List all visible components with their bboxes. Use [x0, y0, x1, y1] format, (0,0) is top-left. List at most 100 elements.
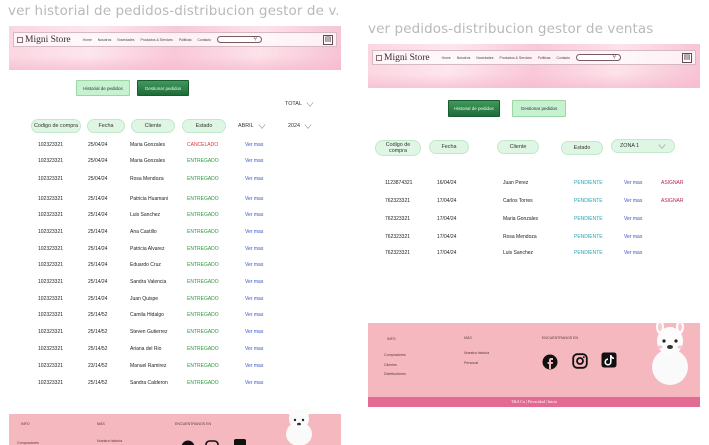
- order-code: 102323321: [38, 380, 64, 386]
- nav-home[interactable]: Home: [83, 38, 92, 42]
- order-date: 25/14/24: [88, 246, 108, 252]
- footer-link-historia[interactable]: Nuestra historia: [464, 351, 489, 355]
- order-code: 762323321: [385, 216, 411, 222]
- chevron-down-icon[interactable]: [258, 122, 266, 130]
- order-client: Juan Quispe: [130, 296, 159, 302]
- footer-link-personal[interactable]: Personal: [464, 361, 478, 365]
- ver-mas-link[interactable]: Ver mas: [245, 329, 263, 335]
- nav-novedades[interactable]: Novedades: [117, 38, 134, 42]
- nav-nosotros[interactable]: Nosotros: [457, 56, 471, 60]
- ver-mas-link[interactable]: Ver mas: [245, 296, 263, 302]
- nav-politicas[interactable]: Politicas: [538, 56, 551, 60]
- ver-mas-link[interactable]: Ver mas: [624, 198, 642, 204]
- logo[interactable]: Migni Store: [384, 53, 430, 63]
- footer-bottom-bar: T&A Co | Privacidad | Inicio: [368, 397, 700, 407]
- nav-productos[interactable]: Productos & Services: [499, 56, 531, 60]
- nav-novedades[interactable]: Novedades: [476, 56, 493, 60]
- cart-icon[interactable]: ▤: [682, 52, 692, 63]
- gestionar-pedidos-button[interactable]: Gestionar pedidos: [512, 100, 566, 117]
- footer-link-historia[interactable]: Nuestra historia: [97, 439, 122, 443]
- year-filter[interactable]: 2024: [288, 122, 312, 130]
- table-row: 102323321 25/14/24 Luis Sanchez ENTREGADO Ve…: [9, 212, 341, 222]
- nav-contacto[interactable]: Contacto: [557, 56, 571, 60]
- footer-link-compradores[interactable]: Compradores: [17, 441, 39, 445]
- footer-mas-heading: MÁS: [97, 422, 105, 426]
- facebook-icon[interactable]: [181, 440, 195, 445]
- order-date: 25/14/24: [88, 262, 108, 268]
- footer-link-compradores[interactable]: Compradores: [384, 353, 406, 357]
- column-cliente: Cliente: [497, 140, 539, 154]
- chevron-down-icon[interactable]: [304, 122, 312, 130]
- footer-mas-heading: MÁS: [464, 336, 472, 340]
- order-client: Maria Gonzales: [130, 158, 166, 164]
- ver-mas-link[interactable]: Ver mas: [624, 250, 642, 256]
- nav-politicas[interactable]: Politicas: [179, 38, 192, 42]
- tiktok-icon[interactable]: [601, 352, 617, 368]
- gestionar-pedidos-button[interactable]: Gestionar pedidos: [137, 80, 189, 96]
- ver-mas-link[interactable]: Ver mas: [624, 234, 642, 240]
- footer-encuentranos-heading: ENCUENTRANOS EN: [542, 336, 579, 340]
- logo-icon: [17, 36, 23, 43]
- ver-mas-link[interactable]: Ver mas: [245, 142, 263, 148]
- navbar: Migni Store Home Nosotros Novedades Prod…: [13, 32, 337, 47]
- alpaca-illustration: [652, 320, 688, 385]
- ver-mas-link[interactable]: Ver mas: [245, 380, 263, 386]
- ver-mas-link[interactable]: Ver mas: [245, 312, 263, 318]
- search-input[interactable]: ⚲: [217, 36, 263, 43]
- order-date: 25/14/24: [88, 279, 108, 285]
- ver-mas-link[interactable]: Ver mas: [245, 262, 263, 268]
- total-filter[interactable]: TOTAL: [285, 100, 314, 108]
- ver-mas-link[interactable]: Ver mas: [245, 229, 263, 235]
- footer-link-clientes[interactable]: Clientes: [384, 363, 397, 367]
- order-client: Maria Gonzales: [503, 216, 539, 222]
- ver-mas-link[interactable]: Ver mas: [245, 212, 263, 218]
- order-code: 102323321: [38, 142, 64, 148]
- chevron-down-icon[interactable]: [306, 100, 314, 108]
- cart-icon[interactable]: ▤: [323, 34, 333, 45]
- ver-mas-link[interactable]: Ver mas: [245, 246, 263, 252]
- order-client: Camila Hidalgo: [130, 312, 164, 318]
- asignar-button[interactable]: ASIGNAR: [661, 180, 684, 186]
- order-code: 102323321: [38, 296, 64, 302]
- historial-pedidos-button[interactable]: Historial de pedidos: [76, 80, 130, 96]
- month-filter[interactable]: ABRIL: [238, 122, 266, 130]
- ver-mas-link[interactable]: Ver mas: [245, 346, 263, 352]
- order-client: Ariana del Rio: [130, 346, 162, 352]
- order-date: 17/04/24: [437, 216, 457, 222]
- asignar-button[interactable]: ASIGNAR: [661, 198, 684, 204]
- ver-mas-link[interactable]: Ver mas: [245, 196, 263, 202]
- chevron-down-icon[interactable]: [658, 142, 666, 150]
- ver-mas-link[interactable]: Ver mas: [245, 279, 263, 285]
- ver-mas-link[interactable]: Ver mas: [245, 158, 263, 164]
- order-status: ENTREGADO: [187, 346, 219, 352]
- nav-productos[interactable]: Productos & Services: [140, 38, 172, 42]
- logo[interactable]: Migni Store: [25, 35, 71, 45]
- order-date: 25/14/24: [88, 196, 108, 202]
- nav-contacto[interactable]: Contacto: [198, 38, 212, 42]
- nav-nosotros[interactable]: Nosotros: [98, 38, 112, 42]
- column-estado: Estado: [561, 141, 603, 155]
- search-input[interactable]: ⚲: [576, 54, 622, 61]
- nav-home[interactable]: Home: [442, 56, 451, 60]
- zone-filter[interactable]: ZONA 1: [611, 139, 675, 153]
- footer-link-distribuidores[interactable]: Distribuidores: [384, 372, 406, 376]
- facebook-icon[interactable]: [542, 354, 558, 370]
- order-status: ENTREGADO: [187, 212, 219, 218]
- table-row: 102323321 25/14/24 Sandra Valencia ENTREGAD…: [9, 279, 341, 289]
- instagram-icon[interactable]: [572, 353, 588, 369]
- tiktok-icon[interactable]: [233, 438, 247, 445]
- table-row: 102323321 25/14/52 Sandra Calderon ENTREGAD…: [9, 380, 341, 390]
- order-date: 25/14/52: [88, 312, 108, 318]
- ver-mas-link[interactable]: Ver mas: [624, 180, 642, 186]
- table-row: 762323321 17/04/24 Luis Sanchez PENDIENTE Ve…: [368, 250, 700, 260]
- order-status: ENTREGADO: [187, 296, 219, 302]
- table-row: 762323321 17/04/24 Maria Gonzales PENDIENTE…: [368, 216, 700, 226]
- search-icon[interactable]: ⚲: [612, 55, 616, 60]
- ver-mas-link[interactable]: Ver mas: [245, 363, 263, 369]
- search-icon[interactable]: ⚲: [253, 37, 257, 42]
- ver-mas-link[interactable]: Ver mas: [624, 216, 642, 222]
- ver-mas-link[interactable]: Ver mas: [245, 176, 263, 182]
- instagram-icon[interactable]: [205, 440, 219, 445]
- historial-pedidos-button[interactable]: Historial de pedidos: [448, 100, 500, 117]
- order-client: Patricia Huamani: [130, 196, 169, 202]
